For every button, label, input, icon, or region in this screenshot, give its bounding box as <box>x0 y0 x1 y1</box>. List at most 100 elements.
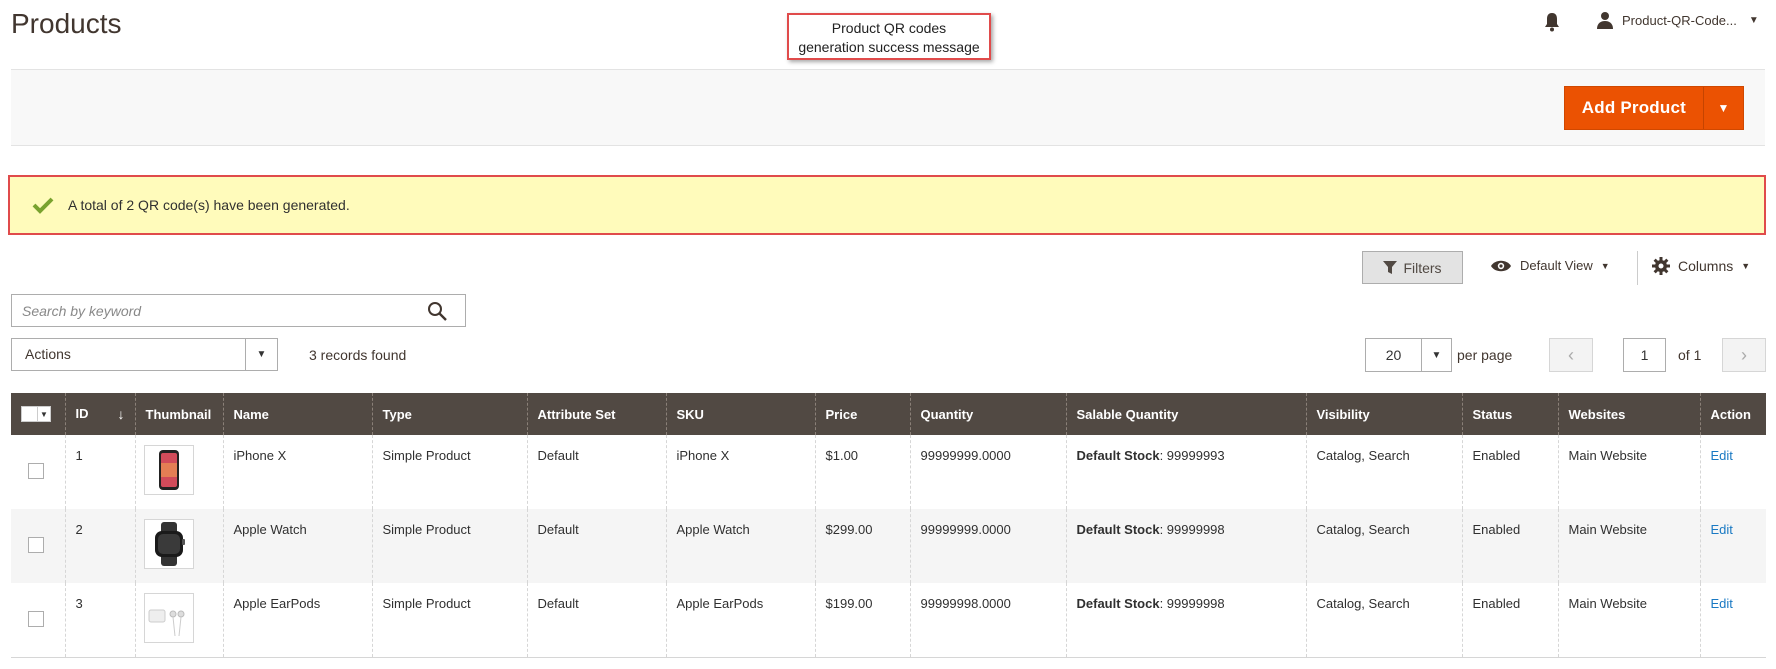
column-header-visibility[interactable]: Visibility <box>1305 393 1462 435</box>
cell-sku: iPhone X <box>665 435 815 509</box>
cell-name: Apple EarPods <box>222 583 372 658</box>
add-product-button[interactable]: Add Product ▼ <box>1563 86 1744 130</box>
mass-select-checkbox[interactable]: ▼ <box>21 406 51 422</box>
cell-price: $299.00 <box>814 509 910 583</box>
cell-salable-quantity: Default Stock: 99999998 <box>1065 583 1306 658</box>
column-header-id[interactable]: ID ↓ <box>64 393 135 435</box>
cell-attribute-set: Default <box>526 509 666 583</box>
callout-line-2: generation success message <box>798 39 980 55</box>
eye-icon <box>1491 260 1511 271</box>
cell-quantity: 99999999.0000 <box>909 435 1066 509</box>
per-page-label: per page <box>1457 347 1513 363</box>
view-label: Default View <box>1520 258 1593 273</box>
search-icon[interactable] <box>427 301 447 321</box>
table-row[interactable]: 1 iPhone X Simple Product Default iPhone… <box>11 435 1766 509</box>
actions-label: Actions <box>25 346 71 362</box>
per-page-select[interactable]: 20 ▼ <box>1365 338 1452 372</box>
total-pages-label: of 1 <box>1678 347 1702 363</box>
watch-thumbnail-icon[interactable] <box>143 519 194 569</box>
cell-price: $199.00 <box>814 583 910 658</box>
cell-type: Simple Product <box>371 583 527 658</box>
column-header-salable-quantity: Salable Quantity <box>1065 393 1306 435</box>
column-header-websites[interactable]: Websites <box>1557 393 1700 435</box>
cell-name: Apple Watch <box>222 509 372 583</box>
column-header-thumbnail: Thumbnail <box>134 393 223 435</box>
phone-thumbnail-icon[interactable] <box>143 445 194 495</box>
filters-button[interactable]: Filters <box>1362 251 1463 284</box>
row-checkbox[interactable] <box>28 611 44 627</box>
page-title: Products <box>11 8 122 39</box>
cell-websites: Main Website <box>1557 435 1700 509</box>
cell-quantity: 99999998.0000 <box>909 583 1066 658</box>
table-row[interactable]: 3 Apple EarPods Simple Product Default A… <box>11 583 1766 658</box>
callout-line-1: Product QR codes <box>831 20 947 36</box>
notifications-bell-icon[interactable] <box>1543 12 1561 32</box>
user-name: Product-QR-Code... <box>1622 12 1737 28</box>
cell-attribute-set: Default <box>526 583 666 658</box>
cell-sku: Apple EarPods <box>665 583 815 658</box>
cell-status: Enabled <box>1461 509 1558 583</box>
column-header-type[interactable]: Type <box>371 393 527 435</box>
sort-arrow-icon: ↓ <box>117 406 125 422</box>
column-header-name[interactable]: Name <box>222 393 372 435</box>
filters-label: Filters <box>1403 259 1442 276</box>
edit-link[interactable]: Edit <box>1711 448 1733 463</box>
table-row[interactable]: 2 Apple Watch Simple Product Default App… <box>11 509 1766 583</box>
cell-sku: Apple Watch <box>665 509 815 583</box>
keyword-search <box>11 294 466 327</box>
cell-websites: Main Website <box>1557 583 1700 658</box>
annotation-callout: Product QR codes generation success mess… <box>787 13 991 60</box>
earpods-thumbnail-icon[interactable] <box>143 593 194 643</box>
next-page-button[interactable]: › <box>1722 338 1766 372</box>
cell-quantity: 99999999.0000 <box>909 509 1066 583</box>
chevron-down-icon: ▼ <box>1717 101 1730 115</box>
cell-id: 2 <box>64 509 135 583</box>
column-header-sku[interactable]: SKU <box>665 393 815 435</box>
row-checkbox[interactable] <box>28 537 44 553</box>
cell-type: Simple Product <box>371 435 527 509</box>
cell-visibility: Catalog, Search <box>1305 435 1462 509</box>
edit-link[interactable]: Edit <box>1711 596 1733 611</box>
success-message: A total of 2 QR code(s) have been genera… <box>8 175 1766 235</box>
chevron-down-icon: ▼ <box>1600 260 1610 271</box>
chevron-down-icon: ▼ <box>1421 339 1451 371</box>
select-all-header[interactable]: ▼ <box>11 393 65 435</box>
columns-label: Columns <box>1678 258 1734 274</box>
edit-link[interactable]: Edit <box>1711 522 1733 537</box>
previous-page-button[interactable]: ‹ <box>1549 338 1593 372</box>
mass-actions-select[interactable]: Actions ▼ <box>11 338 278 371</box>
column-header-quantity[interactable]: Quantity <box>909 393 1066 435</box>
cell-websites: Main Website <box>1557 509 1700 583</box>
user-account-menu[interactable]: Product-QR-Code... ▼ <box>1596 11 1759 29</box>
products-grid: ▼ ID ↓ Thumbnail Name Type Attribute Set … <box>11 393 1766 658</box>
chevron-right-icon: › <box>1741 344 1747 365</box>
view-switcher[interactable]: Default View ▼ <box>1490 258 1610 273</box>
funnel-icon <box>1383 260 1398 274</box>
columns-control[interactable]: Columns ▼ <box>1652 257 1750 275</box>
cell-status: Enabled <box>1461 583 1558 658</box>
column-header-action: Action <box>1699 393 1766 435</box>
column-header-status[interactable]: Status <box>1461 393 1558 435</box>
current-page-input[interactable]: 1 <box>1623 338 1666 372</box>
cell-type: Simple Product <box>371 509 527 583</box>
gear-icon <box>1652 257 1670 275</box>
search-input[interactable] <box>12 295 412 326</box>
cell-salable-quantity: Default Stock: 99999998 <box>1065 509 1306 583</box>
chevron-down-icon: ▼ <box>245 339 277 370</box>
user-icon <box>1597 12 1613 29</box>
column-header-price[interactable]: Price <box>814 393 910 435</box>
cell-salable-quantity: Default Stock: 99999993 <box>1065 435 1306 509</box>
cell-price: $1.00 <box>814 435 910 509</box>
cell-visibility: Catalog, Search <box>1305 583 1462 658</box>
checkmark-icon <box>32 197 54 214</box>
add-product-dropdown-toggle[interactable]: ▼ <box>1703 87 1743 129</box>
page-actions-bar: Add Product ▼ <box>11 69 1765 146</box>
chevron-down-icon: ▼ <box>1748 14 1759 26</box>
cell-id: 3 <box>64 583 135 658</box>
chevron-down-icon: ▼ <box>40 409 48 419</box>
controls-divider <box>1637 251 1638 285</box>
row-checkbox[interactable] <box>28 463 44 479</box>
column-header-attribute-set[interactable]: Attribute Set <box>526 393 666 435</box>
add-product-label[interactable]: Add Product <box>1565 87 1703 129</box>
cell-attribute-set: Default <box>526 435 666 509</box>
